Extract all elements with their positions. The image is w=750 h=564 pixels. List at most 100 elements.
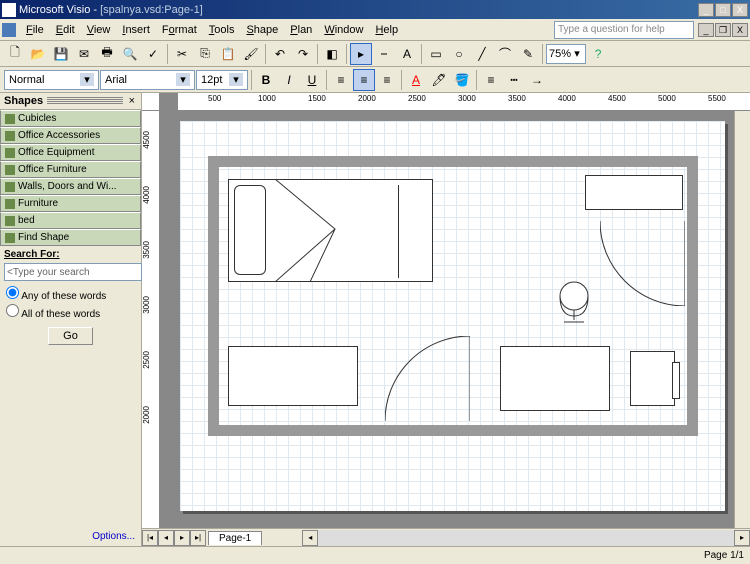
help-button[interactable]: ? [587, 43, 609, 65]
cut-button[interactable]: ✂ [171, 43, 193, 65]
open-button[interactable]: 📂 [27, 43, 49, 65]
first-page-button[interactable]: |◂ [142, 530, 158, 546]
connector-tool[interactable]: ⎯ [373, 43, 395, 65]
stencil-cubicles[interactable]: Cubicles [0, 110, 141, 127]
line-color-button[interactable]: 🖊 [428, 69, 450, 91]
window-title: Microsoft Visio - [spalnya.vsd:Page-1] [19, 4, 698, 16]
doc-minimize-button[interactable]: _ [698, 23, 714, 37]
maximize-button[interactable]: □ [715, 3, 731, 17]
zoom-combo[interactable]: 75%▾ [546, 44, 586, 64]
stencil-find-shape[interactable]: Find Shape [0, 229, 141, 246]
menu-edit[interactable]: Edit [50, 22, 81, 38]
menu-shape[interactable]: Shape [240, 22, 284, 38]
horizontal-scrollbar[interactable]: ◂ ▸ [302, 530, 750, 546]
stencil-office-accessories[interactable]: Office Accessories [0, 127, 141, 144]
save-button[interactable]: 💾 [50, 43, 72, 65]
line-tool[interactable]: ╱ [471, 43, 493, 65]
font-color-button[interactable]: A [405, 69, 427, 91]
menu-file[interactable]: File [20, 22, 50, 38]
next-page-button[interactable]: ▸ [174, 530, 190, 546]
style-combo[interactable]: Normal▾ [4, 70, 99, 90]
paste-button[interactable]: 📋 [217, 43, 239, 65]
cabinet-shape[interactable] [585, 175, 683, 210]
bold-button[interactable]: B [255, 69, 277, 91]
door-shape[interactable] [385, 336, 470, 421]
print-preview-button[interactable]: 🔍 [119, 43, 141, 65]
scroll-track[interactable] [318, 530, 734, 546]
print-button[interactable]: 🖶 [96, 43, 118, 65]
tab-strip: |◂ ◂ ▸ ▸| Page-1 ◂ ▸ [142, 528, 750, 546]
radio-any[interactable]: Any of these words [6, 285, 135, 303]
page[interactable] [180, 121, 725, 511]
close-button[interactable]: X [732, 3, 748, 17]
ellipse-tool[interactable]: ○ [448, 43, 470, 65]
radio-all[interactable]: All of these words [6, 303, 135, 321]
menu-help[interactable]: Help [369, 22, 404, 38]
text-tool[interactable]: A [396, 43, 418, 65]
menu-plan[interactable]: Plan [284, 22, 318, 38]
doc-restore-button[interactable]: ❐ [715, 23, 731, 37]
chevron-down-icon[interactable]: ▾ [229, 73, 243, 86]
stencil-furniture[interactable]: Furniture [0, 195, 141, 212]
vertical-scrollbar[interactable] [734, 111, 750, 528]
menu-bar: File Edit View Insert Format Tools Shape… [0, 19, 750, 41]
copy-button[interactable]: ⎘ [194, 43, 216, 65]
minimize-button[interactable]: _ [698, 3, 714, 17]
desk-shape[interactable] [228, 346, 358, 406]
menu-view[interactable]: View [81, 22, 117, 38]
undo-button[interactable]: ↶ [269, 43, 291, 65]
italic-button[interactable]: I [278, 69, 300, 91]
chevron-down-icon[interactable]: ▾ [571, 47, 583, 60]
menu-insert[interactable]: Insert [116, 22, 156, 38]
email-button[interactable]: ✉ [73, 43, 95, 65]
go-button[interactable]: Go [48, 327, 93, 345]
stencil-icon [5, 216, 15, 226]
line-ends-button[interactable]: → [526, 69, 548, 91]
rectangle-tool[interactable]: ▭ [425, 43, 447, 65]
align-right-button[interactable]: ≡ [376, 69, 398, 91]
chair-shape[interactable] [550, 276, 598, 324]
redo-button[interactable]: ↷ [292, 43, 314, 65]
pointer-tool[interactable]: ▸ [350, 43, 372, 65]
drawing-canvas[interactable] [160, 111, 734, 528]
menu-format[interactable]: Format [156, 22, 203, 38]
close-panel-icon[interactable]: × [127, 95, 137, 107]
blanket-shape[interactable] [275, 179, 395, 282]
stencil-walls-doors[interactable]: Walls, Doors and Wi... [0, 178, 141, 195]
pillow-shape[interactable] [234, 185, 266, 275]
page-tab[interactable]: Page-1 [208, 531, 262, 545]
last-page-button[interactable]: ▸| [190, 530, 206, 546]
search-options: Any of these words All of these words [0, 283, 141, 323]
chevron-down-icon[interactable]: ▾ [80, 73, 94, 86]
doc-close-button[interactable]: X [732, 23, 748, 37]
line-weight-button[interactable]: ≡ [480, 69, 502, 91]
format-painter-button[interactable]: 🖌 [240, 43, 262, 65]
search-input[interactable] [4, 263, 142, 281]
tv-shape[interactable] [630, 351, 675, 406]
stencil-office-equipment[interactable]: Office Equipment [0, 144, 141, 161]
scroll-right-button[interactable]: ▸ [734, 530, 750, 546]
pencil-tool[interactable]: ✎ [517, 43, 539, 65]
fill-color-button[interactable]: 🪣 [451, 69, 473, 91]
door-shape[interactable] [600, 221, 685, 306]
scroll-left-button[interactable]: ◂ [302, 530, 318, 546]
prev-page-button[interactable]: ◂ [158, 530, 174, 546]
align-center-button[interactable]: ≡ [353, 69, 375, 91]
shapes-button[interactable]: ◧ [321, 43, 343, 65]
table-shape[interactable] [500, 346, 610, 411]
align-left-button[interactable]: ≡ [330, 69, 352, 91]
arc-tool[interactable]: ⌒ [494, 43, 516, 65]
spell-button[interactable]: ✓ [142, 43, 164, 65]
menu-window[interactable]: Window [318, 22, 369, 38]
menu-tools[interactable]: Tools [203, 22, 241, 38]
help-input[interactable] [554, 21, 694, 39]
font-combo[interactable]: Arial▾ [100, 70, 195, 90]
size-combo[interactable]: 12pt▾ [196, 70, 248, 90]
chevron-down-icon[interactable]: ▾ [176, 73, 190, 86]
stencil-bed[interactable]: bed [0, 212, 141, 229]
new-button[interactable]: 🗋 [4, 43, 26, 65]
options-link[interactable]: Options... [0, 527, 141, 546]
line-pattern-button[interactable]: ┅ [503, 69, 525, 91]
underline-button[interactable]: U [301, 69, 323, 91]
stencil-office-furniture[interactable]: Office Furniture [0, 161, 141, 178]
